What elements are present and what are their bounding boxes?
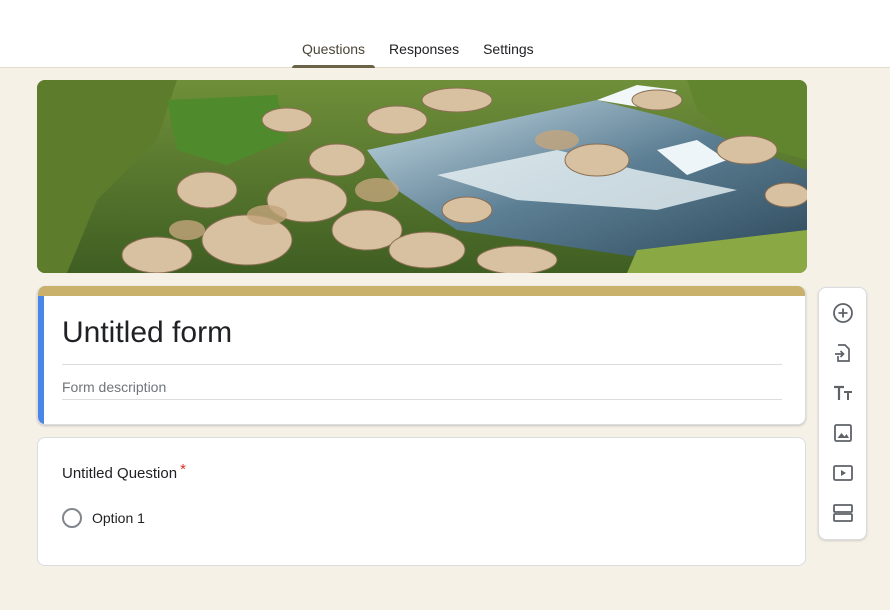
import-questions-icon[interactable]	[830, 340, 856, 366]
question-card[interactable]: Untitled Question * Option 1	[37, 437, 806, 566]
add-section-icon[interactable]	[830, 500, 856, 526]
floating-toolbar	[818, 287, 867, 540]
radio-button[interactable]	[62, 508, 82, 528]
tab-questions[interactable]: Questions	[290, 30, 377, 68]
option-label: Option 1	[92, 510, 145, 526]
title-card-top-accent	[38, 286, 805, 296]
top-bar: Questions Responses Settings	[0, 0, 890, 68]
river-rocks-image	[37, 80, 807, 273]
form-title-card: Untitled form Form description	[37, 286, 806, 425]
form-description-input[interactable]: Form description	[62, 379, 782, 400]
tab-bar: Questions Responses Settings	[290, 30, 546, 68]
header-banner-image	[37, 80, 807, 273]
add-video-icon[interactable]	[830, 460, 856, 486]
add-image-icon[interactable]	[830, 420, 856, 446]
title-card-left-accent	[38, 296, 44, 424]
form-title-input[interactable]: Untitled form	[62, 316, 782, 365]
required-asterisk: *	[180, 461, 186, 478]
option-row[interactable]: Option 1	[62, 508, 145, 528]
question-title-text: Untitled Question	[62, 465, 178, 482]
tab-responses[interactable]: Responses	[377, 30, 471, 67]
tab-settings[interactable]: Settings	[471, 30, 546, 67]
question-title[interactable]: Untitled Question *	[62, 461, 186, 482]
add-question-icon[interactable]	[830, 300, 856, 326]
add-title-icon[interactable]	[830, 380, 856, 406]
